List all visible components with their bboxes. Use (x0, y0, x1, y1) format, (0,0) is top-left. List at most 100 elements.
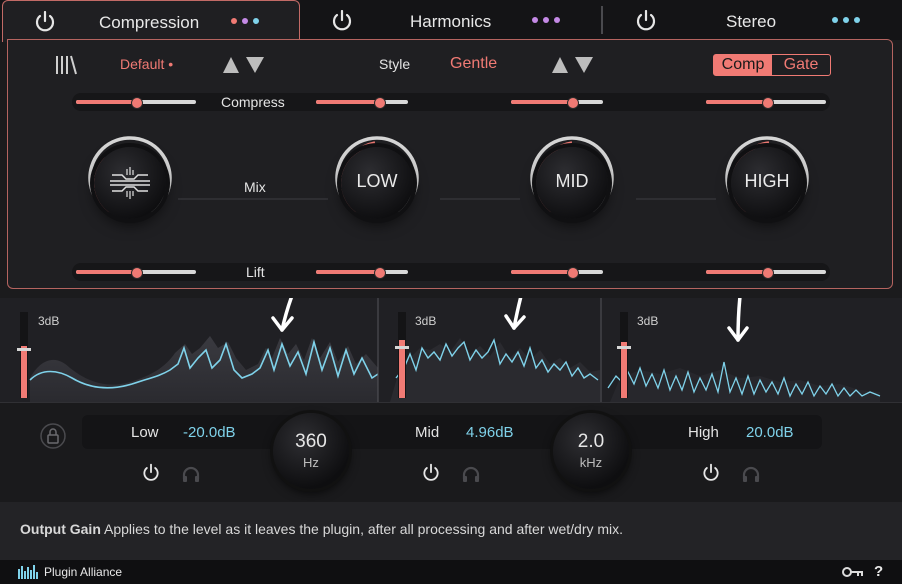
tab-stereo[interactable]: Stereo (604, 0, 902, 40)
comp-option[interactable]: Comp (714, 55, 772, 75)
preset-next-icon[interactable] (246, 57, 264, 73)
meter-handle[interactable] (617, 346, 631, 349)
low-band-knob[interactable]: LOW (329, 135, 425, 231)
dot (543, 17, 549, 23)
mix-label: Mix (244, 179, 266, 195)
power-icon[interactable] (330, 10, 354, 32)
mid-band-knob[interactable]: MID (524, 135, 620, 231)
help-button[interactable]: ? (874, 563, 883, 580)
dot (231, 18, 237, 24)
tab-label: Compression (99, 13, 200, 32)
knob-label: MID (555, 171, 589, 191)
style-label: Style (379, 56, 411, 72)
low-band-power-icon[interactable] (141, 463, 161, 483)
tab-harmonics[interactable]: Harmonics (300, 0, 600, 40)
master-mix-knob[interactable] (82, 135, 178, 231)
compress-slider-low[interactable] (316, 97, 408, 109)
tab-bar: Compression Harmonics Stereo (0, 0, 902, 42)
lift-slider-mid[interactable] (511, 267, 603, 279)
tab-label: Stereo (726, 12, 777, 31)
power-icon[interactable] (634, 10, 658, 32)
lock-icon[interactable] (40, 423, 66, 449)
slider-thumb[interactable] (374, 97, 386, 109)
slider-thumb[interactable] (762, 97, 774, 109)
dot (532, 17, 538, 23)
mid-band-gain[interactable]: 4.96dB (466, 424, 514, 441)
tab-compression[interactable]: Compression (2, 0, 300, 42)
slider-thumb[interactable] (567, 267, 579, 279)
band-controls: Low -20.0dB Mid 4.96dB High 20.0dB 360 H… (0, 402, 902, 503)
slider-fill (511, 270, 569, 274)
preset-library-icon[interactable] (54, 54, 78, 76)
preset-nav-arrows (223, 57, 264, 73)
high-band-label: High (688, 424, 719, 441)
slider-thumb[interactable] (567, 97, 579, 109)
slider-thumb[interactable] (374, 267, 386, 279)
band-dots (532, 17, 565, 23)
scale-label: 3dB (415, 314, 437, 328)
lift-label: Lift (246, 264, 265, 280)
compress-slider-mid[interactable] (511, 97, 603, 109)
help-text: Applies to the level as it leaves the pl… (104, 521, 624, 537)
key-icon[interactable] (842, 566, 864, 578)
spectrum-analyzer: 3dB 3dB 3dB (0, 198, 902, 402)
crossover-high-knob[interactable]: 2.0 kHz (553, 413, 629, 489)
compress-slider-master[interactable] (76, 97, 196, 109)
preset-selector[interactable]: Default • (120, 56, 173, 72)
lift-slider-high[interactable] (706, 267, 826, 279)
slider-fill (706, 270, 764, 274)
knob-label: HIGH (744, 171, 790, 191)
help-panel: Output Gain Applies to the level as it l… (0, 502, 902, 560)
meter-fill (21, 346, 27, 398)
slider-fill (316, 270, 376, 274)
slider-thumb[interactable] (131, 267, 143, 279)
dot (242, 18, 248, 24)
mid-band-power-icon[interactable] (421, 463, 441, 483)
low-band-gain[interactable]: -20.0dB (183, 424, 236, 441)
help-title: Output Gain (20, 521, 101, 537)
band-dots (231, 18, 264, 24)
dot (843, 17, 849, 23)
preset-modified-marker: • (168, 56, 174, 72)
lift-slider-low[interactable] (316, 267, 408, 279)
low-band-solo-headphones-icon[interactable] (181, 465, 201, 483)
scale-label: 3dB (637, 314, 659, 328)
spectrum-graph (17, 198, 881, 402)
tab-divider (601, 6, 603, 34)
meter-handle[interactable] (395, 346, 409, 349)
dot (854, 17, 860, 23)
style-prev-icon[interactable] (552, 57, 568, 73)
mid-band-label: Mid (415, 424, 440, 441)
compressor-icon (110, 167, 150, 199)
slider-thumb[interactable] (762, 267, 774, 279)
high-band-knob[interactable]: HIGH (719, 135, 815, 231)
slider-fill (76, 100, 134, 104)
band-dots (832, 17, 865, 23)
style-nav-arrows (552, 57, 593, 73)
style-next-icon[interactable] (575, 57, 593, 73)
mid-band-solo-headphones-icon[interactable] (461, 465, 481, 483)
meter-handle[interactable] (17, 348, 31, 351)
meter-fill (621, 342, 627, 398)
compression-panel: Default • Style Gentle Comp Gate Compres… (7, 39, 893, 289)
slider-fill (511, 100, 569, 104)
dot (253, 18, 259, 24)
arrow-icon (280, 208, 377, 332)
high-band-power-icon[interactable] (701, 463, 721, 483)
comp-gate-toggle[interactable]: Comp Gate (713, 54, 831, 76)
high-band-gain[interactable]: 20.0dB (746, 424, 794, 441)
power-icon[interactable] (33, 11, 57, 33)
preset-name: Default (120, 56, 165, 72)
compress-slider-high[interactable] (706, 97, 826, 109)
slider-thumb[interactable] (131, 97, 143, 109)
help-text-line: Output Gain Applies to the level as it l… (20, 521, 623, 537)
crossover-unit: kHz (579, 455, 603, 470)
gate-option[interactable]: Gate (772, 55, 830, 75)
style-value[interactable]: Gentle (450, 55, 497, 73)
dot (554, 17, 560, 23)
preset-prev-icon[interactable] (223, 57, 239, 73)
crossover-low-knob[interactable]: 360 Hz (273, 413, 349, 489)
lift-slider-master[interactable] (76, 267, 196, 279)
brand-name[interactable]: Plugin Alliance (44, 565, 122, 579)
high-band-solo-headphones-icon[interactable] (741, 465, 761, 483)
